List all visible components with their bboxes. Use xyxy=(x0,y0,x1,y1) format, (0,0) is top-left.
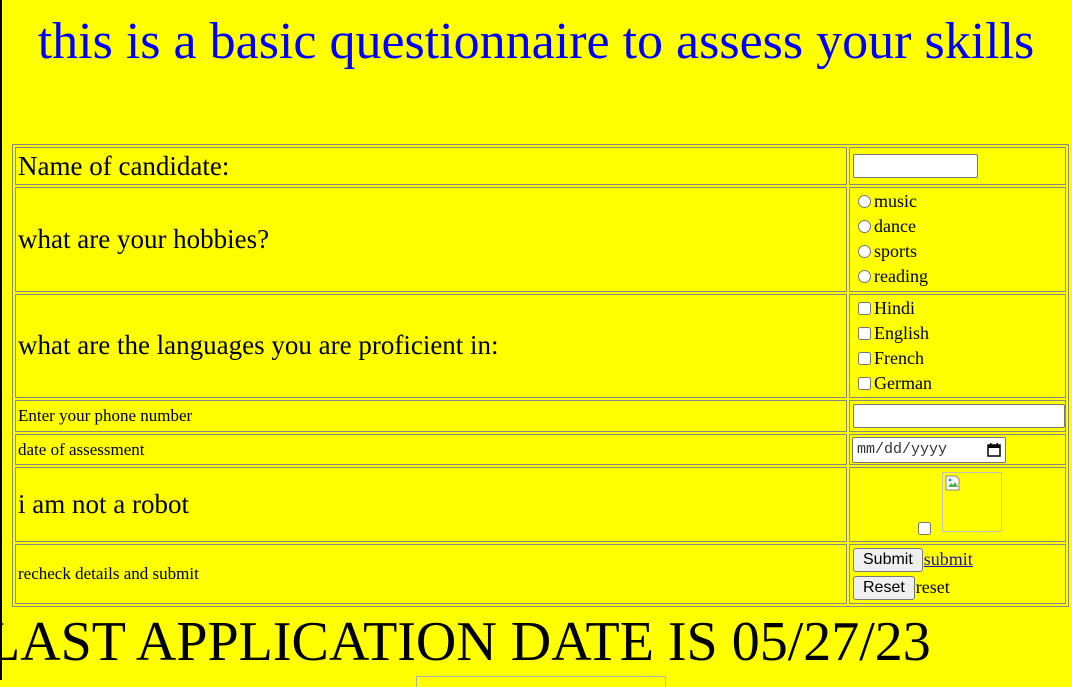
language-label-french: French xyxy=(874,347,924,368)
hobby-option-reading[interactable]: reading xyxy=(852,264,1063,289)
deadline-banner: LAST APPLICATION DATE IS 05/27/23 xyxy=(0,611,931,673)
hobby-option-music[interactable]: music xyxy=(852,189,1063,214)
date-row: date of assessment mm/dd/yyyy xyxy=(15,434,1066,466)
hobby-radio-music[interactable] xyxy=(858,195,871,209)
hobbies-label: what are your hobbies? xyxy=(15,187,847,292)
reset-text: reset xyxy=(915,577,950,598)
phone-label: Enter your phone number xyxy=(15,400,847,433)
name-input[interactable] xyxy=(853,154,978,179)
language-option-hindi[interactable]: Hindi xyxy=(852,296,1063,321)
language-checkbox-hindi[interactable] xyxy=(858,301,871,315)
submit-button[interactable]: Submit xyxy=(853,547,923,572)
hobby-radio-dance[interactable] xyxy=(858,220,871,234)
name-label: Name of candidate: xyxy=(15,147,847,186)
language-option-german[interactable]: German xyxy=(852,371,1063,396)
phone-row: Enter your phone number xyxy=(15,400,1066,433)
date-input[interactable]: mm/dd/yyyy xyxy=(852,436,1006,463)
hobby-radio-reading[interactable] xyxy=(858,270,871,284)
reset-group: Reset reset xyxy=(852,574,1063,602)
phone-cell xyxy=(849,400,1066,433)
language-checkbox-english[interactable] xyxy=(858,326,871,340)
name-row: Name of candidate: xyxy=(15,147,1066,186)
robot-image xyxy=(942,472,1002,533)
submit-row: recheck details and submit Submit submit… xyxy=(15,543,1066,604)
questionnaire-table: Name of candidate: what are your hobbies… xyxy=(12,144,1069,607)
hobby-label-music: music xyxy=(874,191,917,212)
phone-input[interactable] xyxy=(853,404,1065,429)
submit-row-label: recheck details and submit xyxy=(15,543,847,604)
left-border xyxy=(0,0,2,680)
language-label-hindi: Hindi xyxy=(874,297,916,318)
languages-row: what are the languages you are proficien… xyxy=(15,293,1066,399)
broken-image-icon xyxy=(945,475,961,491)
submit-group: Submit submit xyxy=(852,546,1063,574)
language-checkbox-german[interactable] xyxy=(858,376,871,390)
submit-link[interactable]: submit xyxy=(924,549,973,570)
name-cell xyxy=(849,147,1066,186)
language-option-french[interactable]: French xyxy=(852,346,1063,371)
language-checkbox-french[interactable] xyxy=(858,351,871,365)
hobbies-row: what are your hobbies? music dance sport… xyxy=(15,187,1066,292)
language-label-english: English xyxy=(874,322,930,343)
hobby-label-dance: dance xyxy=(874,216,916,237)
reset-button[interactable]: Reset xyxy=(853,575,915,600)
robot-label: i am not a robot xyxy=(15,467,847,542)
hobby-option-dance[interactable]: dance xyxy=(852,214,1063,239)
robot-checkbox[interactable] xyxy=(918,521,931,535)
hobbies-cell: music dance sports reading xyxy=(849,187,1066,292)
languages-label: what are the languages you are proficien… xyxy=(15,293,847,399)
hobby-label-reading: reading xyxy=(874,266,928,287)
language-option-english[interactable]: English xyxy=(852,321,1063,346)
language-label-german: German xyxy=(874,372,932,393)
languages-cell: Hindi English French German xyxy=(849,293,1066,399)
hobby-option-sports[interactable]: sports xyxy=(852,239,1063,264)
date-cell: mm/dd/yyyy xyxy=(849,434,1066,466)
page-title: this is a basic questionnaire to assess … xyxy=(37,13,1035,70)
hobby-radio-sports[interactable] xyxy=(858,245,871,259)
date-placeholder: mm/dd/yyyy xyxy=(857,441,948,459)
calendar-icon[interactable] xyxy=(987,442,1001,457)
submit-cell: Submit submit Reset reset xyxy=(849,543,1066,604)
hobby-label-sports: sports xyxy=(874,241,918,262)
bottom-element xyxy=(416,676,666,687)
robot-row: i am not a robot xyxy=(15,467,1066,542)
robot-cell xyxy=(849,467,1066,542)
date-label: date of assessment xyxy=(15,434,847,466)
